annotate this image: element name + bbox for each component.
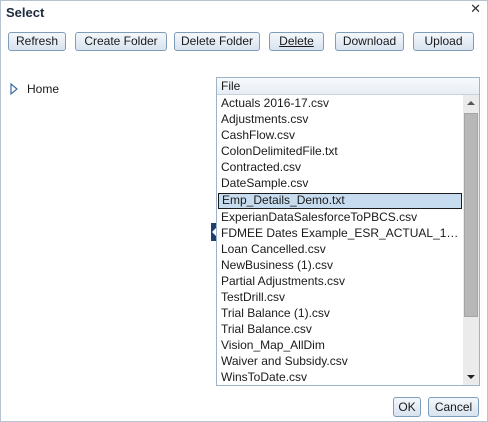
file-row[interactable]: Trial Balance.csv xyxy=(218,321,461,337)
file-row[interactable]: Adjustments.csv xyxy=(218,111,461,127)
upload-button[interactable]: Upload xyxy=(413,32,474,51)
file-row[interactable]: Contracted.csv xyxy=(218,159,461,175)
file-row[interactable]: Vision_Map_AllDim xyxy=(218,337,461,353)
cancel-button[interactable]: Cancel xyxy=(428,397,479,417)
scroll-up-icon[interactable] xyxy=(463,95,479,111)
file-row[interactable]: WinsToDate.csv xyxy=(218,369,461,385)
tree-item-label: Home xyxy=(27,82,60,96)
file-row[interactable]: FDMEE Dates Example_ESR_ACTUAL_101020... xyxy=(218,225,461,241)
delete-folder-button[interactable]: Delete Folder xyxy=(174,32,260,51)
file-row[interactable]: Partial Adjustments.csv xyxy=(218,273,461,289)
file-list-panel: File Actuals 2016-17.csv Adjustments.csv… xyxy=(216,77,480,386)
download-button[interactable]: Download xyxy=(335,32,404,51)
refresh-button[interactable]: Refresh xyxy=(8,32,66,51)
expand-arrow-icon[interactable] xyxy=(9,82,19,96)
ok-button[interactable]: OK xyxy=(393,397,421,417)
delete-button[interactable]: Delete xyxy=(269,32,324,51)
close-icon[interactable]: ✕ xyxy=(470,2,481,16)
dialog-title: Select xyxy=(6,5,45,20)
file-row[interactable]: CashFlow.csv xyxy=(218,127,461,143)
file-row[interactable]: Actuals 2016-17.csv xyxy=(218,95,461,111)
vertical-scrollbar[interactable] xyxy=(463,95,479,385)
file-row[interactable]: NewBusiness (1).csv xyxy=(218,257,461,273)
file-row-selected[interactable]: Emp_Details_Demo.txt xyxy=(218,193,462,209)
file-row[interactable]: ExperianDataSalesforceToPBCS.csv xyxy=(218,209,461,225)
scroll-down-icon[interactable] xyxy=(463,369,479,385)
scrollbar-thumb[interactable] xyxy=(464,113,478,317)
file-list: Actuals 2016-17.csv Adjustments.csv Cash… xyxy=(217,95,463,385)
file-row[interactable]: Waiver and Subsidy.csv xyxy=(218,353,461,369)
file-row[interactable]: DateSample.csv xyxy=(218,175,461,191)
create-folder-button[interactable]: Create Folder xyxy=(75,32,167,51)
file-row[interactable]: ColonDelimitedFile.txt xyxy=(218,143,461,159)
file-row[interactable]: TestDrill.csv xyxy=(218,289,461,305)
file-row[interactable]: Loan Cancelled.csv xyxy=(218,241,461,257)
select-dialog: Select ✕ Refresh Create Folder Delete Fo… xyxy=(0,0,488,422)
file-row[interactable]: Trial Balance (1).csv xyxy=(218,305,461,321)
file-column-header[interactable]: File xyxy=(217,78,479,95)
